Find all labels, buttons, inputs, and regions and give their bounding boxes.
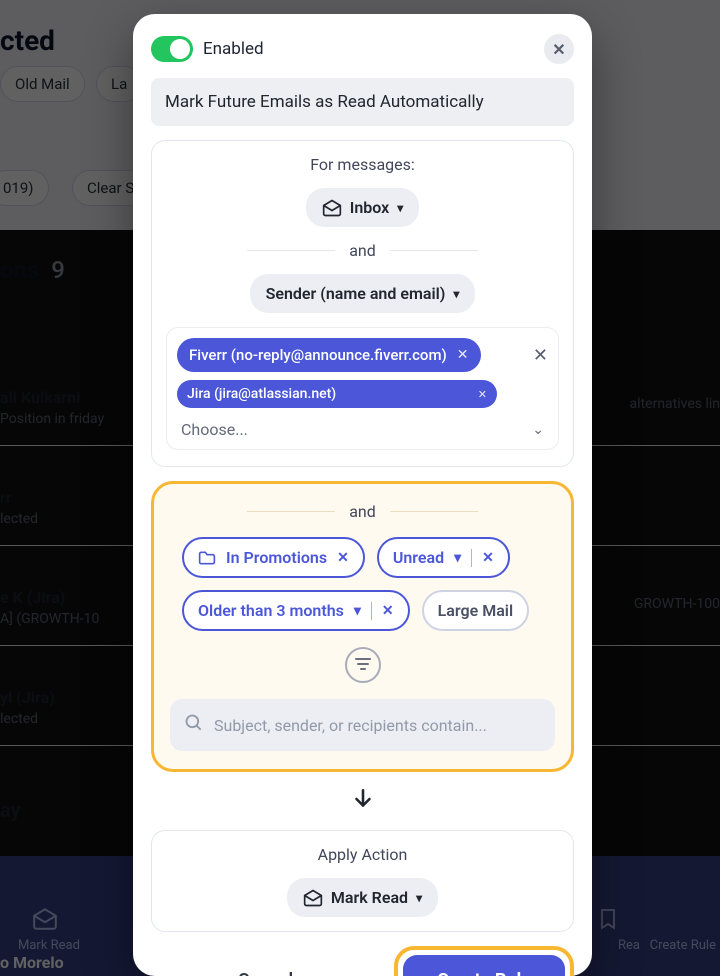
- filter-section-highlighted: and In Promotions ✕ Unread ▾ ✕ Older tha…: [151, 481, 574, 772]
- filter-chip-older-than[interactable]: Older than 3 months ▾ ✕: [182, 590, 410, 631]
- create-rule-modal: Enabled ✕ Mark Future Emails as Read Aut…: [133, 14, 592, 976]
- remove-chip-icon[interactable]: ✕: [482, 550, 494, 566]
- inbox-selector[interactable]: Inbox ▾: [306, 188, 420, 227]
- sender-chip[interactable]: Jira (jira@atlassian.net) ✕: [177, 380, 497, 408]
- remove-chip-icon[interactable]: ✕: [457, 347, 469, 363]
- folder-icon: [198, 550, 216, 566]
- subject-search-input[interactable]: Subject, sender, or recipients contain..…: [170, 699, 555, 751]
- enabled-label: Enabled: [203, 39, 264, 59]
- for-messages-section: For messages: Inbox ▾ and Sender (name a…: [151, 140, 574, 467]
- create-rule-highlight: Create Rule: [394, 946, 574, 976]
- action-label: Mark Read: [331, 888, 408, 907]
- cancel-button[interactable]: Cancel: [151, 954, 380, 976]
- sender-chip-label: Jira (jira@atlassian.net): [187, 386, 336, 402]
- choose-sender-dropdown[interactable]: Choose... ⌄: [177, 416, 548, 439]
- chevron-down-icon: ▾: [397, 201, 403, 215]
- search-placeholder: Subject, sender, or recipients contain..…: [214, 716, 487, 735]
- apply-action-section: Apply Action Mark Read ▾: [151, 830, 574, 932]
- search-icon: [184, 713, 204, 737]
- chevron-down-icon[interactable]: ▾: [454, 550, 461, 566]
- sender-type-label: Sender (name and email): [266, 284, 446, 303]
- sender-type-dropdown[interactable]: Sender (name and email) ▾: [250, 274, 476, 313]
- remove-chip-icon[interactable]: ✕: [478, 388, 487, 401]
- filter-chip-label: Older than 3 months: [198, 601, 344, 620]
- arrow-down-icon: [350, 786, 376, 816]
- inbox-icon: [322, 199, 342, 217]
- filter-chip-unread[interactable]: Unread ▾ ✕: [377, 537, 510, 578]
- close-icon: ✕: [552, 40, 565, 59]
- filter-chip-row: In Promotions ✕ Unread ▾ ✕ Older than 3 …: [170, 537, 555, 631]
- chevron-down-icon[interactable]: ▾: [354, 603, 361, 619]
- filter-chip-label: In Promotions: [226, 548, 327, 567]
- modal-button-row: Cancel Create Rule: [151, 946, 574, 976]
- action-selector[interactable]: Mark Read ▾: [287, 878, 438, 917]
- choose-label: Choose...: [181, 420, 248, 439]
- and-label: and: [349, 241, 376, 260]
- sender-chip-label: Fiverr (no-reply@announce.fiverr.com): [189, 346, 447, 364]
- more-filters-button[interactable]: [345, 647, 381, 683]
- sender-chip[interactable]: Fiverr (no-reply@announce.fiverr.com) ✕: [177, 338, 481, 372]
- filter-chip-large-mail[interactable]: Large Mail: [422, 590, 529, 631]
- enabled-toggle[interactable]: [151, 36, 193, 62]
- and-divider: and: [166, 241, 559, 260]
- and-label: and: [349, 502, 376, 521]
- apply-action-label: Apply Action: [318, 845, 408, 864]
- mail-open-icon: [303, 889, 323, 907]
- chevron-down-icon: ▾: [453, 287, 459, 301]
- for-messages-label: For messages:: [310, 155, 415, 174]
- close-button[interactable]: ✕: [544, 34, 574, 64]
- remove-chip-icon[interactable]: ✕: [337, 550, 349, 566]
- remove-chip-icon[interactable]: ✕: [382, 603, 394, 619]
- and-divider: and: [170, 502, 555, 521]
- chevron-down-icon: ▾: [416, 891, 422, 905]
- inbox-label: Inbox: [350, 198, 390, 217]
- filter-chip-in-promotions[interactable]: In Promotions ✕: [182, 537, 365, 578]
- rule-name-input[interactable]: Mark Future Emails as Read Automatically: [151, 78, 574, 126]
- filter-chip-label: Large Mail: [438, 601, 513, 620]
- chevron-down-icon: ⌄: [532, 422, 544, 438]
- create-rule-button[interactable]: Create Rule: [403, 955, 565, 976]
- filter-chip-label: Unread: [393, 548, 444, 567]
- sender-chip-area: Fiverr (no-reply@announce.fiverr.com) ✕ …: [166, 327, 559, 450]
- filter-lines-icon: [354, 656, 372, 675]
- clear-all-senders-icon[interactable]: ✕: [533, 345, 548, 366]
